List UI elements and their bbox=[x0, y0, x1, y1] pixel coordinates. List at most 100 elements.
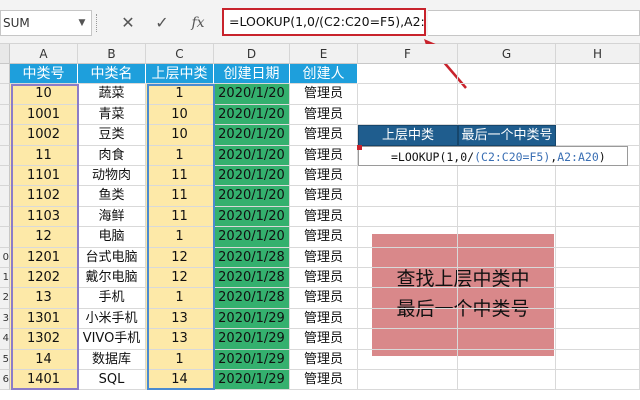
table-cell[interactable]: 管理员 bbox=[290, 145, 358, 166]
empty-cell[interactable] bbox=[358, 186, 458, 207]
empty-cell[interactable] bbox=[556, 166, 640, 187]
empty-cell[interactable] bbox=[458, 227, 556, 248]
table-header-cell[interactable]: 中类号 bbox=[10, 64, 78, 85]
table-cell[interactable]: 蔬菜 bbox=[78, 84, 146, 105]
table-cell[interactable]: 2020/1/28 bbox=[214, 288, 290, 309]
empty-cell[interactable] bbox=[358, 247, 458, 268]
table-cell[interactable]: 2020/1/20 bbox=[214, 227, 290, 248]
fx-icon[interactable]: fx bbox=[184, 10, 212, 36]
table-cell[interactable]: 1 bbox=[146, 349, 214, 370]
table-cell[interactable]: 2020/1/20 bbox=[214, 125, 290, 146]
table-cell[interactable]: 管理员 bbox=[290, 166, 358, 187]
empty-cell[interactable] bbox=[556, 329, 640, 350]
table-cell[interactable]: 2020/1/20 bbox=[214, 145, 290, 166]
row-header[interactable]: 0 bbox=[0, 247, 10, 268]
row-header[interactable] bbox=[0, 64, 10, 85]
formula-input-extension[interactable] bbox=[428, 10, 640, 36]
table-cell[interactable]: 戴尔电脑 bbox=[78, 268, 146, 289]
table-cell[interactable]: 11 bbox=[146, 166, 214, 187]
table-header-cell[interactable]: 上层中类 bbox=[146, 64, 214, 85]
table-cell[interactable]: 管理员 bbox=[290, 288, 358, 309]
empty-cell[interactable] bbox=[358, 84, 458, 105]
row-header[interactable] bbox=[0, 145, 10, 166]
empty-cell[interactable] bbox=[458, 329, 556, 350]
table-cell[interactable]: 管理员 bbox=[290, 370, 358, 391]
empty-cell[interactable] bbox=[556, 268, 640, 289]
table-cell[interactable]: 12 bbox=[146, 247, 214, 268]
table-cell[interactable]: 1301 bbox=[10, 308, 78, 330]
empty-cell[interactable] bbox=[556, 227, 640, 248]
table-cell[interactable]: 10 bbox=[146, 125, 214, 146]
column-header-H[interactable]: H bbox=[556, 44, 640, 64]
empty-cell[interactable] bbox=[358, 104, 458, 126]
cancel-icon[interactable]: ✕ bbox=[114, 10, 142, 36]
table-cell[interactable]: 1302 bbox=[10, 329, 78, 350]
column-header-D[interactable]: D bbox=[214, 44, 290, 64]
row-header[interactable] bbox=[0, 186, 10, 207]
row-header[interactable]: 6 bbox=[0, 370, 10, 391]
table-cell[interactable]: 1 bbox=[146, 84, 214, 105]
lookup-header-last-code[interactable]: 最后一个中类号 bbox=[458, 125, 556, 146]
row-header[interactable]: 5 bbox=[0, 349, 10, 370]
table-cell[interactable]: SQL bbox=[78, 370, 146, 391]
table-cell[interactable]: 手机 bbox=[78, 288, 146, 309]
table-cell[interactable]: 1202 bbox=[10, 268, 78, 289]
table-cell[interactable]: 13 bbox=[146, 329, 214, 350]
empty-cell[interactable] bbox=[458, 349, 556, 370]
empty-cell[interactable] bbox=[556, 370, 640, 391]
empty-cell[interactable] bbox=[556, 64, 640, 85]
table-cell[interactable]: 2020/1/29 bbox=[214, 329, 290, 350]
table-cell[interactable]: 管理员 bbox=[290, 247, 358, 268]
column-header-B[interactable]: B bbox=[78, 44, 146, 64]
empty-cell[interactable] bbox=[358, 166, 458, 187]
empty-cell[interactable] bbox=[556, 206, 640, 228]
row-header[interactable] bbox=[0, 206, 10, 228]
empty-cell[interactable] bbox=[458, 84, 556, 105]
lookup-header-parent[interactable]: 上层中类 bbox=[358, 125, 458, 146]
formula-input[interactable]: =LOOKUP(1,0/(C2:C20=F5),A2:A20) bbox=[222, 8, 426, 36]
table-cell[interactable]: 管理员 bbox=[290, 329, 358, 350]
table-cell[interactable]: 2020/1/29 bbox=[214, 349, 290, 370]
empty-cell[interactable] bbox=[458, 206, 556, 228]
table-cell[interactable]: 管理员 bbox=[290, 84, 358, 105]
table-cell[interactable]: 11 bbox=[146, 186, 214, 207]
table-cell[interactable]: 1002 bbox=[10, 125, 78, 146]
table-cell[interactable]: 10 bbox=[146, 104, 214, 126]
table-cell[interactable]: 肉食 bbox=[78, 145, 146, 166]
table-cell[interactable]: 1201 bbox=[10, 247, 78, 268]
table-cell[interactable]: 13 bbox=[146, 308, 214, 330]
table-cell[interactable]: 2020/1/29 bbox=[214, 370, 290, 391]
table-cell[interactable]: 台式电脑 bbox=[78, 247, 146, 268]
empty-cell[interactable] bbox=[556, 288, 640, 309]
empty-cell[interactable] bbox=[458, 64, 556, 85]
empty-cell[interactable] bbox=[458, 288, 556, 309]
empty-cell[interactable] bbox=[358, 288, 458, 309]
empty-cell[interactable] bbox=[358, 308, 458, 330]
empty-cell[interactable] bbox=[458, 104, 556, 126]
column-header-C[interactable]: C bbox=[146, 44, 214, 64]
empty-cell[interactable] bbox=[556, 84, 640, 105]
table-cell[interactable]: 管理员 bbox=[290, 125, 358, 146]
table-cell[interactable]: 2020/1/28 bbox=[214, 268, 290, 289]
table-cell[interactable]: 动物肉 bbox=[78, 166, 146, 187]
table-cell[interactable]: 2020/1/20 bbox=[214, 206, 290, 228]
table-cell[interactable]: 12 bbox=[10, 227, 78, 248]
table-cell[interactable]: 1102 bbox=[10, 186, 78, 207]
row-header[interactable]: 4 bbox=[0, 329, 10, 350]
table-cell[interactable]: 管理员 bbox=[290, 206, 358, 228]
lookup-formula-cell[interactable]: =LOOKUP(1,0/(C2:C20=F5),A2:A20) bbox=[358, 145, 628, 166]
select-all-corner[interactable] bbox=[0, 44, 10, 64]
table-cell[interactable]: 管理员 bbox=[290, 104, 358, 126]
empty-cell[interactable] bbox=[458, 268, 556, 289]
empty-cell[interactable] bbox=[358, 64, 458, 85]
table-header-cell[interactable]: 创建日期 bbox=[214, 64, 290, 85]
table-header-cell[interactable]: 中类名 bbox=[78, 64, 146, 85]
table-header-cell[interactable]: 创建人 bbox=[290, 64, 358, 85]
table-cell[interactable]: 2020/1/20 bbox=[214, 186, 290, 207]
empty-cell[interactable] bbox=[556, 308, 640, 330]
table-cell[interactable]: 2020/1/28 bbox=[214, 247, 290, 268]
row-header[interactable]: 2 bbox=[0, 288, 10, 309]
chevron-down-icon[interactable]: ▼ bbox=[72, 10, 92, 36]
table-cell[interactable]: 豆类 bbox=[78, 125, 146, 146]
table-cell[interactable]: 2020/1/29 bbox=[214, 308, 290, 330]
